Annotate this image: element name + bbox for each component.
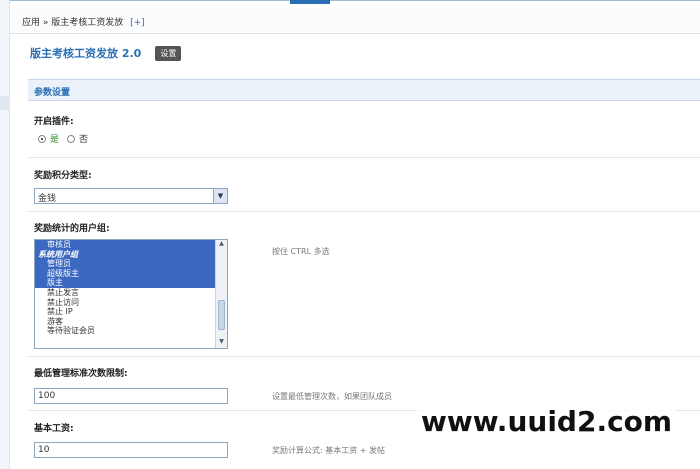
base-salary-label: 基本工资: bbox=[34, 424, 74, 434]
listbox-group-label: 系统用户组 bbox=[35, 249, 227, 260]
reward-type-label: 奖励积分类型: bbox=[34, 171, 92, 181]
page-title: 版主考核工资发放 2.0 bbox=[30, 47, 142, 60]
top-border bbox=[0, 0, 700, 1]
section-header: 参数设置 bbox=[28, 79, 700, 101]
enable-plugin-radio-group: 是 否 bbox=[38, 132, 88, 145]
base-salary-hint: 奖励计算公式: 基本工资 + 发帖 bbox=[272, 446, 386, 455]
enable-plugin-label: 开启插件: bbox=[34, 117, 74, 127]
scroll-down-icon[interactable]: ▼ bbox=[216, 338, 227, 348]
listbox-option[interactable]: 版主 bbox=[35, 278, 227, 288]
listbox-option[interactable]: 禁止访问 bbox=[35, 298, 227, 308]
user-groups-row: 奖励统计的用户组: 审核员 系统用户组 管理员 超级版主 版主 禁止发言 禁止访问 禁止 IP… bbox=[28, 212, 700, 357]
user-groups-hint: 按住 CTRL 多选 bbox=[272, 247, 330, 256]
radio-yes[interactable] bbox=[38, 134, 46, 143]
reward-type-select[interactable]: 金钱 ▼ bbox=[34, 188, 228, 204]
left-rail-marker bbox=[0, 96, 10, 110]
min-manage-label: 最低管理标准次数限制: bbox=[34, 369, 128, 379]
radio-no[interactable] bbox=[67, 134, 76, 143]
radio-no-label[interactable]: 否 bbox=[79, 132, 88, 145]
reward-type-row: 奖励积分类型: 金钱 ▼ bbox=[28, 158, 700, 212]
base-salary-input[interactable]: 10 bbox=[34, 442, 228, 458]
radio-yes-label[interactable]: 是 bbox=[50, 132, 59, 145]
watermark: www.uuid2.com bbox=[417, 405, 677, 438]
breadcrumb: 应用 » 版主考核工资发放 [+] bbox=[10, 8, 700, 34]
min-manage-value: 100 bbox=[38, 391, 56, 401]
breadcrumb-add-link[interactable]: [+] bbox=[130, 18, 145, 28]
min-manage-input[interactable]: 100 bbox=[34, 388, 228, 404]
reward-type-value: 金钱 bbox=[38, 194, 57, 204]
scroll-up-icon[interactable]: ▲ bbox=[216, 240, 227, 250]
breadcrumb-path: 应用 » 版主考核工资发放 bbox=[22, 18, 124, 28]
left-rail bbox=[0, 0, 10, 469]
listbox-option[interactable]: 超级版主 bbox=[35, 268, 227, 279]
listbox-scrollbar[interactable]: ▲ ▼ bbox=[215, 240, 227, 348]
page-header: 版主考核工资发放 2.0 设置 bbox=[30, 44, 182, 62]
listbox-option[interactable]: 等待验证会员 bbox=[35, 326, 227, 336]
enable-plugin-row: 开启插件: 是 否 bbox=[28, 104, 700, 158]
active-nav-indicator bbox=[290, 0, 330, 4]
user-groups-label: 奖励统计的用户组: bbox=[34, 224, 110, 234]
settings-button[interactable]: 设置 bbox=[155, 45, 182, 61]
listbox-option[interactable]: 管理员 bbox=[35, 259, 227, 269]
user-groups-listbox[interactable]: 审核员 系统用户组 管理员 超级版主 版主 禁止发言 禁止访问 禁止 IP 游客 等待验证会员 ▲… bbox=[34, 239, 228, 349]
listbox-option[interactable]: 审核员 bbox=[35, 240, 227, 250]
listbox-option[interactable]: 禁止发言 bbox=[35, 288, 227, 298]
min-manage-row: 最低管理标准次数限制: 100 设置最低管理次数，如果团队成员 bbox=[28, 357, 700, 411]
user-groups-options: 审核员 系统用户组 管理员 超级版主 版主 禁止发言 禁止访问 禁止 IP 游客 等待验证会员 bbox=[35, 240, 227, 336]
base-salary-value: 10 bbox=[38, 445, 50, 455]
min-manage-hint: 设置最低管理次数，如果团队成员 bbox=[272, 392, 392, 401]
listbox-option[interactable]: 游客 bbox=[35, 317, 227, 327]
scrollbar-thumb[interactable] bbox=[218, 300, 225, 330]
chevron-down-icon[interactable]: ▼ bbox=[213, 189, 227, 203]
listbox-option[interactable]: 禁止 IP bbox=[35, 307, 227, 317]
